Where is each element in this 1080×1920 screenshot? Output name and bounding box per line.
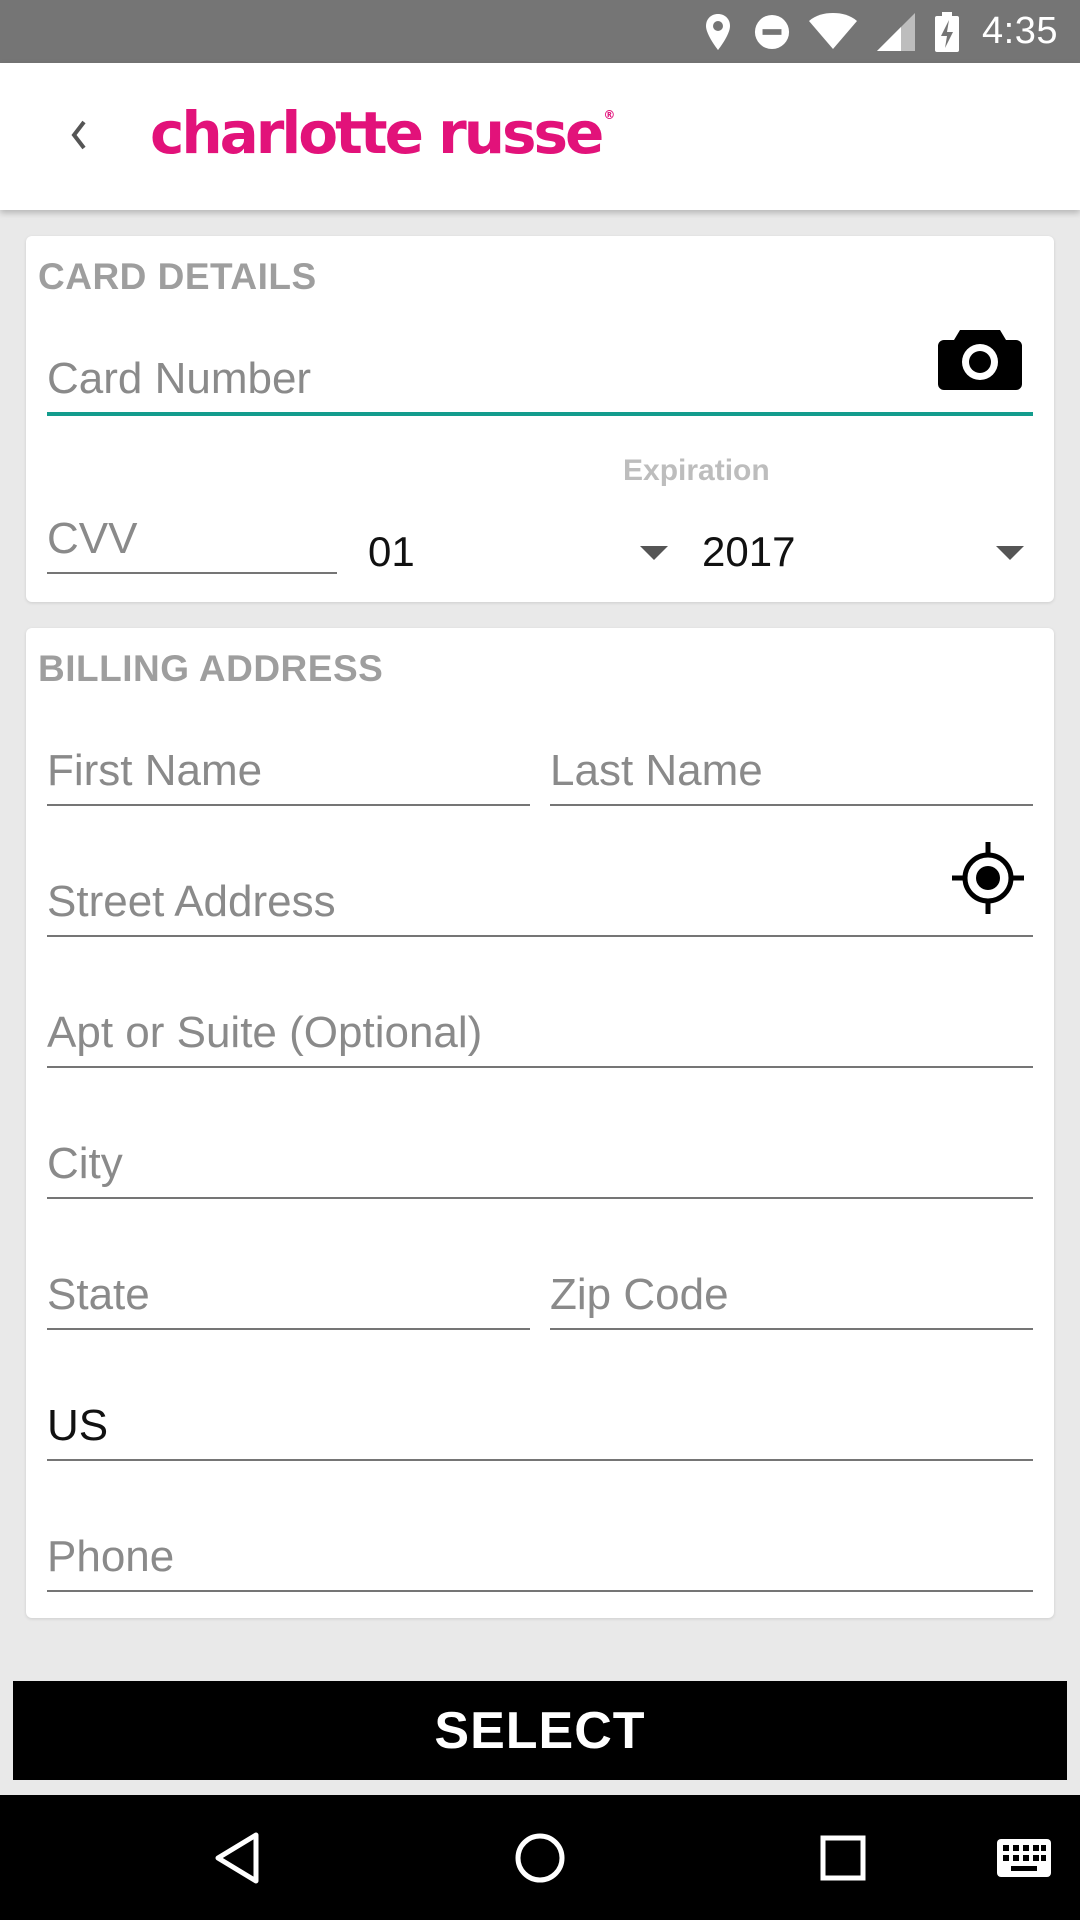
- chevron-left-icon: [71, 120, 86, 150]
- last-name-placeholder: Last Name: [550, 746, 763, 795]
- status-time: 4:35: [982, 10, 1058, 52]
- zip-code-field[interactable]: Zip Code: [550, 1260, 1033, 1330]
- first-name-placeholder: First Name: [47, 746, 263, 795]
- back-button[interactable]: [48, 103, 108, 167]
- chevron-down-icon: [996, 546, 1024, 560]
- keyboard-icon[interactable]: [994, 1825, 1054, 1891]
- cvv-field[interactable]: CVV: [47, 504, 337, 574]
- home-circle-icon[interactable]: [507, 1825, 573, 1891]
- expiration-year-value: 2017: [702, 528, 796, 575]
- phone-field[interactable]: Phone: [47, 1522, 1033, 1592]
- select-button[interactable]: SELECT: [13, 1681, 1067, 1780]
- country-field[interactable]: US: [47, 1391, 1033, 1461]
- card-number-field[interactable]: Card Number: [47, 346, 1033, 416]
- zip-code-placeholder: Zip Code: [550, 1270, 729, 1319]
- card-number-placeholder: Card Number: [47, 354, 312, 403]
- wifi-icon: [808, 12, 858, 52]
- do-not-disturb-icon: [754, 12, 790, 52]
- system-nav-bar: [0, 1795, 1080, 1920]
- cvv-placeholder: CVV: [47, 514, 138, 563]
- street-address-field[interactable]: Street Address: [47, 867, 1033, 937]
- first-name-field[interactable]: First Name: [47, 736, 530, 806]
- battery-charging-icon: [934, 11, 960, 52]
- apt-suite-placeholder: Apt or Suite (Optional): [47, 1008, 483, 1057]
- expiration-month-select[interactable]: 01: [368, 512, 668, 582]
- location-icon: [700, 12, 736, 52]
- state-placeholder: State: [47, 1270, 150, 1319]
- expiration-month-value: 01: [368, 528, 415, 575]
- brand-logo: charlotte russe ®: [150, 99, 616, 167]
- recents-square-icon[interactable]: [810, 1825, 876, 1891]
- expiration-label: Expiration: [623, 454, 770, 487]
- billing-address-title: BILLING ADDRESS: [38, 648, 384, 689]
- signal-icon: [876, 12, 916, 52]
- apt-suite-field[interactable]: Apt or Suite (Optional): [47, 998, 1033, 1068]
- state-field[interactable]: State: [47, 1260, 530, 1330]
- card-details-section: CARD DETAILS Card Number CVV Expiration …: [26, 236, 1054, 602]
- app-bar: charlotte russe ®: [0, 63, 1080, 210]
- checkout-screen: 4:35 charlotte russe ® CARD DETAILS Card …: [0, 0, 1080, 1920]
- city-field[interactable]: City: [47, 1129, 1033, 1199]
- chevron-down-icon: [640, 546, 668, 560]
- expiration-year-select[interactable]: 2017: [702, 512, 1024, 582]
- city-placeholder: City: [47, 1139, 123, 1188]
- country-value: US: [47, 1401, 109, 1450]
- camera-icon[interactable]: [938, 324, 1022, 390]
- phone-placeholder: Phone: [47, 1532, 175, 1581]
- back-triangle-icon[interactable]: [204, 1825, 270, 1891]
- street-address-placeholder: Street Address: [47, 877, 336, 926]
- card-details-title: CARD DETAILS: [38, 256, 317, 297]
- brand-name: charlotte russe: [150, 99, 604, 167]
- status-bar: 4:35: [0, 0, 1080, 63]
- billing-address-section: BILLING ADDRESS First Name Last Name Str…: [26, 628, 1054, 1618]
- gps-target-icon[interactable]: [952, 842, 1024, 914]
- last-name-field[interactable]: Last Name: [550, 736, 1033, 806]
